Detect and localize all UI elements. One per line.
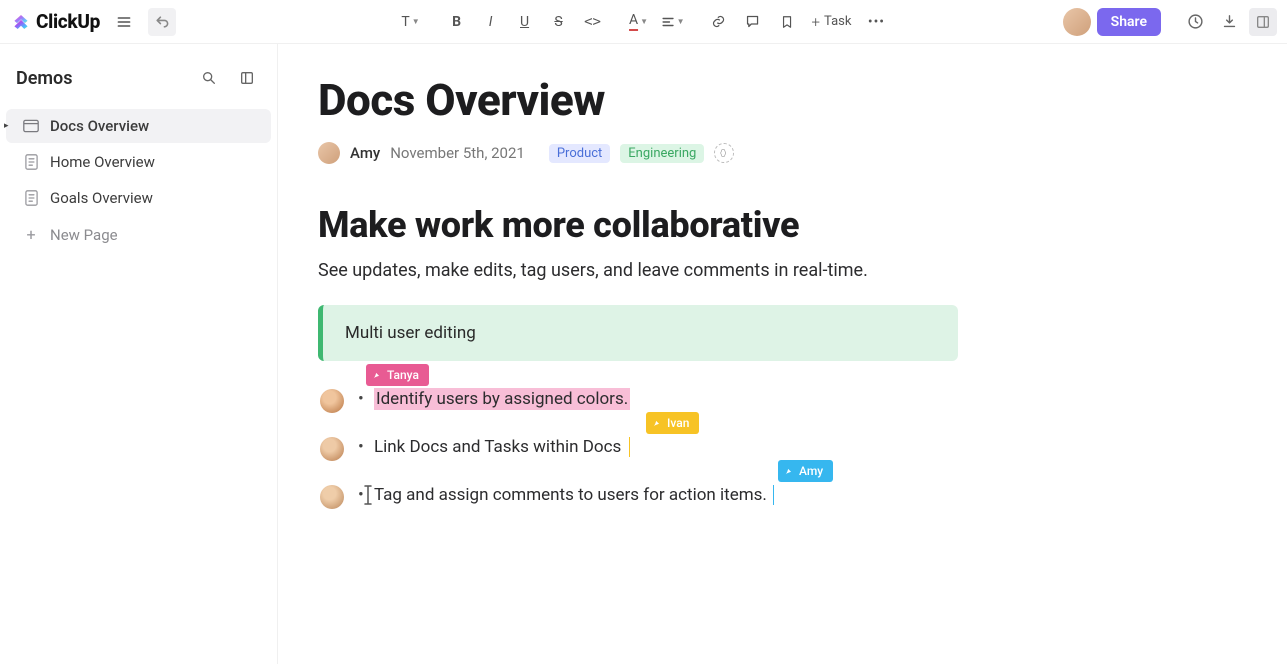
- bullet-text: Tag and assign comments to users for act…: [374, 485, 767, 505]
- bullet-text: Link Docs and Tasks within Docs: [374, 437, 621, 457]
- doc-icon: [22, 154, 40, 170]
- tag-engineering[interactable]: Engineering: [620, 144, 704, 163]
- undo-icon[interactable]: [148, 8, 176, 36]
- menu-icon[interactable]: [110, 8, 138, 36]
- panel-icon[interactable]: [233, 64, 261, 92]
- logo-icon: [10, 11, 32, 33]
- code-button[interactable]: <>: [578, 8, 608, 36]
- bullet-row[interactable]: Ivan • Link Docs and Tasks within Docs: [328, 437, 1247, 457]
- search-icon[interactable]: [195, 64, 223, 92]
- app-name: ClickUp: [36, 10, 100, 33]
- user-cursor-flag-ivan: Ivan: [646, 412, 699, 434]
- sidebar-new-label: New Page: [50, 226, 118, 244]
- user-flag-label: Ivan: [667, 416, 689, 430]
- remote-cursor: [629, 437, 630, 457]
- user-cursor-flag-tanya: Tanya: [366, 364, 429, 386]
- doc-icon: [22, 190, 40, 206]
- text-cursor-icon: [362, 485, 374, 505]
- italic-button[interactable]: I: [476, 8, 506, 36]
- author-avatar: [318, 142, 340, 164]
- sidebar-item-label: Goals Overview: [50, 189, 153, 207]
- doc-meta: Amy November 5th, 2021 Product Engineeri…: [318, 142, 1247, 164]
- download-icon[interactable]: [1215, 8, 1243, 36]
- sidebar-item-goals-overview[interactable]: Goals Overview: [6, 181, 271, 215]
- user-flag-label: Amy: [799, 464, 823, 478]
- callout-block[interactable]: Multi user editing: [318, 305, 958, 361]
- bullet-row[interactable]: Tanya • Identify users by assigned color…: [328, 389, 1247, 409]
- bullet-text: Identify users by assigned colors.: [374, 388, 630, 410]
- remote-cursor: [773, 485, 774, 505]
- author-name: Amy: [350, 144, 380, 162]
- bullet-dot: •: [358, 437, 364, 457]
- document-body[interactable]: Docs Overview Amy November 5th, 2021 Pro…: [278, 44, 1287, 664]
- collaborator-avatar: [320, 389, 344, 413]
- sidebar: Demos Docs Overview Home Overview: [0, 44, 278, 664]
- collaborator-avatar: [320, 437, 344, 461]
- underline-button[interactable]: U: [510, 8, 540, 36]
- user-avatar[interactable]: [1063, 8, 1091, 36]
- text-style-dropdown[interactable]: T▼: [396, 8, 426, 36]
- workspace-title: Demos: [16, 68, 195, 89]
- comment-icon[interactable]: [738, 8, 768, 36]
- sidebar-item-home-overview[interactable]: Home Overview: [6, 145, 271, 179]
- add-task-label: Task: [824, 14, 851, 29]
- section-heading[interactable]: Make work more collaborative: [318, 204, 1247, 246]
- sidebar-item-label: Docs Overview: [50, 117, 149, 135]
- section-paragraph[interactable]: See updates, make edits, tag users, and …: [318, 260, 1247, 281]
- strikethrough-button[interactable]: S: [544, 8, 574, 36]
- tag-product[interactable]: Product: [549, 144, 610, 163]
- bookmark-icon[interactable]: [772, 8, 802, 36]
- collaborator-avatar: [320, 485, 344, 509]
- callout-text: Multi user editing: [345, 323, 476, 343]
- sidebar-item-docs-overview[interactable]: Docs Overview: [6, 109, 271, 143]
- app-logo[interactable]: ClickUp: [10, 10, 100, 33]
- link-icon[interactable]: [704, 8, 734, 36]
- plus-icon: +: [22, 225, 40, 244]
- panel-toggle-icon[interactable]: [1249, 8, 1277, 36]
- doc-landscape-icon: [22, 119, 40, 133]
- add-tag-button[interactable]: [714, 143, 734, 163]
- text-color-dropdown[interactable]: A▼: [624, 8, 654, 36]
- history-icon[interactable]: [1181, 8, 1209, 36]
- user-flag-label: Tanya: [387, 368, 419, 382]
- bullet-dot: •: [358, 389, 364, 409]
- page-title[interactable]: Docs Overview: [318, 74, 1247, 126]
- more-icon[interactable]: •••: [861, 8, 891, 36]
- sidebar-new-page[interactable]: + New Page: [6, 217, 271, 252]
- add-task-button[interactable]: +Task: [806, 8, 858, 36]
- bold-button[interactable]: B: [442, 8, 472, 36]
- share-button[interactable]: Share: [1097, 8, 1161, 36]
- doc-date: November 5th, 2021: [390, 144, 525, 162]
- user-cursor-flag-amy: Amy: [778, 460, 833, 482]
- sidebar-item-label: Home Overview: [50, 153, 155, 171]
- bullet-row[interactable]: Amy • Tag and assign comments to users f…: [328, 485, 1247, 505]
- align-dropdown[interactable]: ▼: [658, 8, 688, 36]
